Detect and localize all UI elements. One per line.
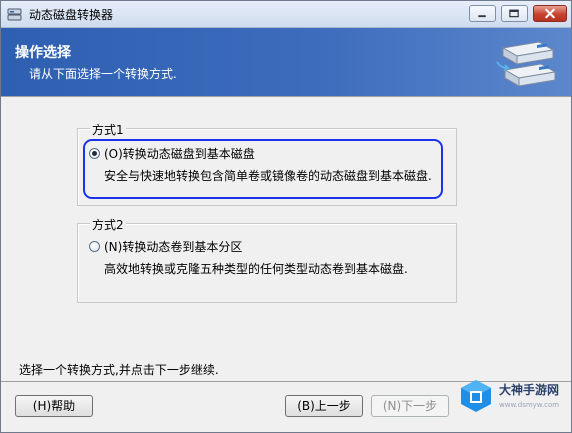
method1-option-label[interactable]: (O)转换动态磁盘到基本磁盘 xyxy=(104,145,255,162)
instruction-text: 选择一个转换方式,并点击下一步继续. xyxy=(19,363,219,377)
close-icon xyxy=(545,8,555,19)
method2-radio[interactable] xyxy=(89,241,100,252)
watermark-text: 大神手游网 xyxy=(499,383,560,397)
watermark-logo-icon xyxy=(461,380,491,412)
next-button[interactable]: (N)下一步 xyxy=(371,395,449,417)
header-title: 操作选择 xyxy=(15,45,71,61)
watermark-url: www.dsmyw.com xyxy=(499,401,560,409)
minimize-icon xyxy=(478,15,486,18)
method1-group-label: 方式1 xyxy=(90,121,126,138)
close-button[interactable] xyxy=(533,5,567,22)
method1-description: 安全与快速地转换包含简单卷或镜像卷的动态磁盘到基本磁盘. xyxy=(104,169,432,183)
method2-description: 高效地转换或克隆五种类型的任何类型动态卷到基本磁盘. xyxy=(104,262,408,276)
radio-selected-icon xyxy=(92,151,97,156)
maximize-icon xyxy=(509,9,519,18)
method1-radio[interactable] xyxy=(89,148,100,159)
method2-group-label: 方式2 xyxy=(90,216,126,233)
maximize-button[interactable] xyxy=(501,5,528,22)
watermark: 大神手游网 www.dsmyw.com xyxy=(455,374,569,418)
minimize-button[interactable] xyxy=(469,5,496,22)
header-subtitle: 请从下面选择一个转换方式. xyxy=(29,67,177,81)
header-banner: 操作选择 请从下面选择一个转换方式. xyxy=(1,28,571,96)
help-button[interactable]: (H)帮助 xyxy=(15,395,93,417)
window-title: 动态磁盘转换器 xyxy=(29,8,114,22)
app-icon xyxy=(7,8,22,21)
dialog-window: 动态磁盘转换器 操作选择 请从下面选择一个转换方式. 方式1 (O)转换动态磁盘… xyxy=(0,0,572,433)
method2-option-label[interactable]: (N)转换动态卷到基本分区 xyxy=(104,238,242,255)
header-separator xyxy=(1,96,571,97)
title-bar: 动态磁盘转换器 xyxy=(1,1,571,28)
disk-converter-icon xyxy=(496,41,557,87)
back-button[interactable]: (B)上一步 xyxy=(285,395,363,417)
